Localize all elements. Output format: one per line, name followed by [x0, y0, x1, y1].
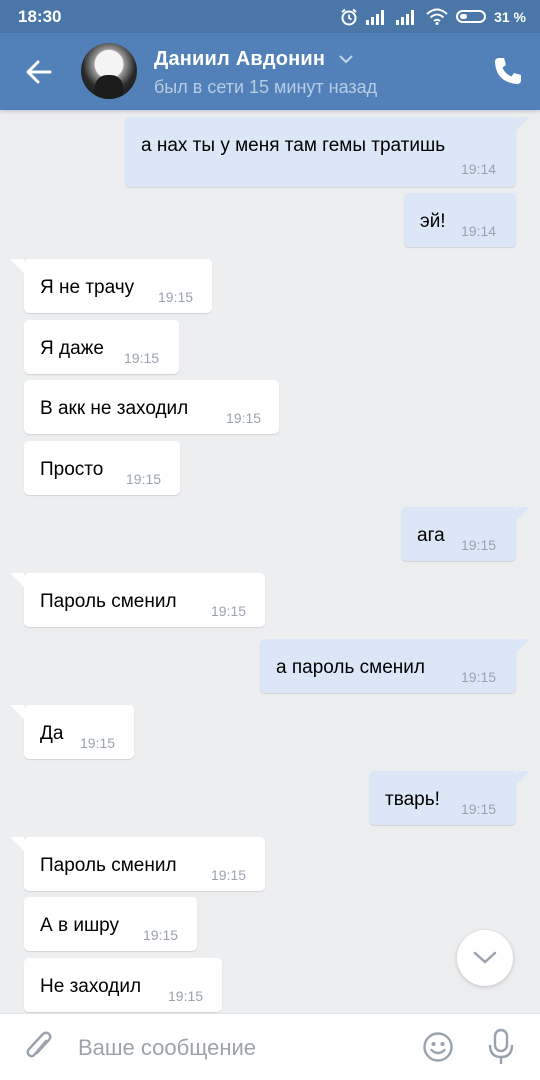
incoming-message[interactable]: Пароль сменил 19:15 — [24, 837, 265, 891]
chevron-down-icon[interactable] — [338, 53, 354, 65]
message-text: Пароль сменил — [40, 855, 177, 876]
message-time: 19:14 — [461, 223, 497, 239]
chevron-down-icon — [473, 951, 497, 964]
message-time: 19:15 — [211, 867, 247, 883]
message-time: 19:15 — [461, 669, 497, 685]
message-time: 19:15 — [124, 350, 160, 366]
back-arrow-icon[interactable] — [22, 55, 56, 89]
incoming-message[interactable]: Просто 19:15 — [24, 441, 180, 495]
wifi-icon — [426, 8, 448, 25]
incoming-message[interactable]: Пароль сменил 19:15 — [24, 573, 265, 627]
bubble-tail — [10, 259, 24, 273]
contact-name[interactable]: Даниил Авдонин — [154, 48, 325, 71]
bubble-tail — [10, 837, 24, 851]
message-time: 19:15 — [211, 603, 247, 619]
outgoing-message[interactable]: ага 19:15 — [401, 507, 516, 561]
message-time: 19:15 — [126, 471, 162, 487]
message-time: 19:15 — [158, 289, 194, 305]
incoming-message[interactable]: Я даже 19:15 — [24, 320, 179, 374]
message-text: а пароль сменил — [276, 657, 426, 678]
message-text: Я даже — [40, 338, 104, 359]
message-text: эй! — [420, 211, 446, 232]
message-text: Просто — [40, 459, 104, 480]
status-icons: 31 % — [340, 8, 526, 26]
message-text: Пароль сменил — [40, 591, 177, 612]
battery-percent: 31 % — [494, 8, 526, 25]
contact-status: был в сети 15 минут назад — [154, 77, 378, 97]
paperclip-icon[interactable] — [24, 1030, 54, 1064]
bubble-tail — [516, 639, 530, 653]
message-time: 19:15 — [143, 927, 179, 943]
message-text: а нах ты у меня там гемы тратишь — [141, 135, 446, 156]
message-list[interactable]: а нах ты у меня там гемы тратишь 19:14 э… — [0, 110, 540, 1013]
bubble-tail — [516, 117, 530, 131]
avatar[interactable] — [81, 43, 137, 99]
message-text: А в ишру — [40, 915, 120, 936]
signal-icon — [396, 9, 415, 25]
outgoing-message[interactable]: эй! 19:14 — [404, 193, 516, 247]
incoming-message[interactable]: Не заходил 19:15 — [24, 958, 222, 1012]
outgoing-message[interactable]: а нах ты у меня там гемы тратишь 19:14 — [125, 117, 516, 187]
message-text: Я не трачу — [40, 277, 135, 298]
message-text: В акк не заходил — [40, 398, 189, 419]
message-time: 19:15 — [80, 735, 116, 751]
chat-header: Даниил Авдонин был в сети 15 минут назад — [0, 33, 540, 110]
message-text: Да — [40, 723, 64, 744]
message-time: 19:14 — [461, 161, 497, 177]
message-time: 19:15 — [168, 988, 204, 1004]
bubble-tail — [516, 771, 530, 785]
battery-icon — [456, 10, 487, 23]
bubble-tail — [516, 507, 530, 521]
message-time: 19:15 — [226, 410, 262, 426]
outgoing-message[interactable]: а пароль сменил 19:15 — [260, 639, 516, 693]
phone-icon[interactable] — [492, 55, 524, 87]
bubble-tail — [10, 705, 24, 719]
bubble-tail — [10, 573, 24, 587]
message-time: 19:15 — [461, 537, 497, 553]
message-text: тварь! — [385, 789, 440, 810]
status-time: 18:30 — [18, 6, 62, 26]
incoming-message[interactable]: Да 19:15 — [24, 705, 134, 759]
signal-icon — [366, 9, 385, 25]
emoji-icon[interactable] — [422, 1031, 454, 1063]
alarm-icon — [341, 8, 357, 25]
incoming-message[interactable]: В акк не заходил 19:15 — [24, 380, 279, 434]
message-composer — [0, 1013, 540, 1080]
message-text: ага — [417, 525, 445, 546]
microphone-icon[interactable] — [486, 1028, 516, 1066]
status-bar: 18:30 31 % — [0, 0, 540, 33]
message-text: Не заходил — [40, 976, 142, 997]
outgoing-message[interactable]: тварь! 19:15 — [369, 771, 516, 825]
scroll-to-bottom-button[interactable] — [457, 930, 513, 986]
message-input[interactable] — [78, 1031, 398, 1065]
message-time: 19:15 — [461, 801, 497, 817]
incoming-message[interactable]: Я не трачу 19:15 — [24, 259, 212, 313]
incoming-message[interactable]: А в ишру 19:15 — [24, 897, 197, 951]
